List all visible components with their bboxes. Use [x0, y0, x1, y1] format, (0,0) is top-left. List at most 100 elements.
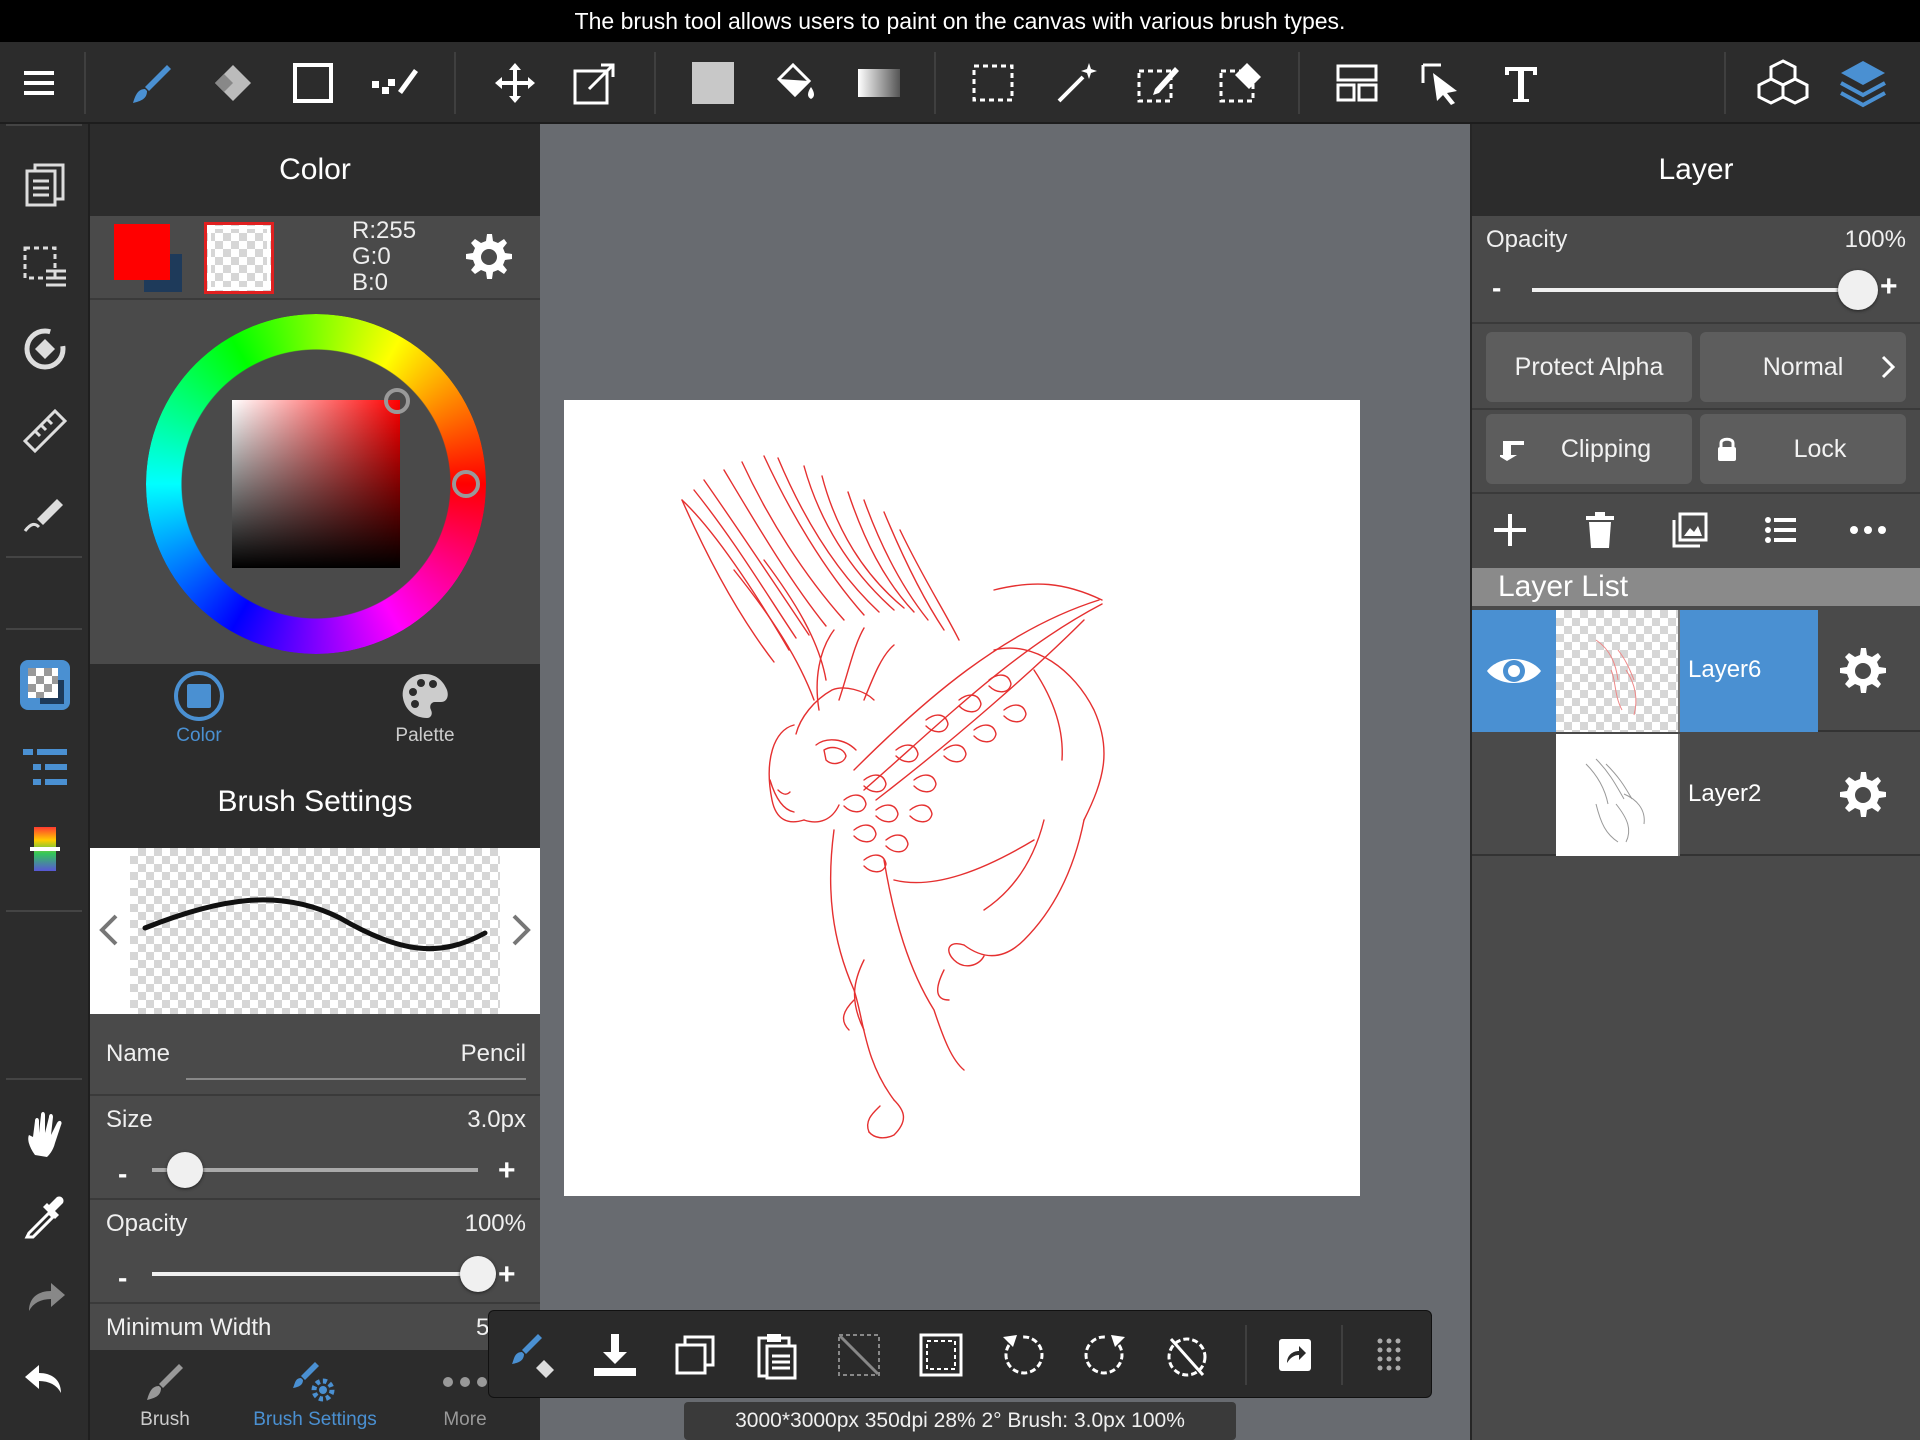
- more-dots-icon: [443, 1377, 487, 1387]
- chevron-right-icon[interactable]: [510, 912, 532, 953]
- copy-icon[interactable]: [665, 1325, 725, 1385]
- bucket-icon[interactable]: [766, 54, 824, 112]
- tab-color[interactable]: Color: [134, 664, 264, 756]
- canvas-status: 3000*3000px 350dpi 28% 2° Brush: 3.0px 1…: [684, 1402, 1236, 1440]
- opacity-plus-button[interactable]: +: [498, 1258, 516, 1292]
- eyedropper-icon[interactable]: [14, 1186, 76, 1248]
- select-pen-icon[interactable]: [1130, 54, 1188, 112]
- hand-icon[interactable]: [14, 1104, 76, 1166]
- saturation-value-square[interactable]: [232, 400, 400, 568]
- brush-name-underline: [186, 1078, 526, 1080]
- select-layer-icon[interactable]: [14, 236, 76, 298]
- more-options-icon[interactable]: [1846, 510, 1890, 555]
- brush-icon[interactable]: [122, 54, 180, 112]
- brush-name-label: Name: [106, 1040, 171, 1067]
- magic-wand-icon[interactable]: [1048, 54, 1106, 112]
- share-icon[interactable]: [1265, 1325, 1325, 1385]
- layer-row[interactable]: Layer2: [1472, 734, 1920, 856]
- download-icon[interactable]: [585, 1325, 645, 1385]
- dot-brush-icon[interactable]: [366, 54, 424, 112]
- chevron-right-icon: [1881, 355, 1896, 379]
- rgb-b-value: B:0: [352, 269, 389, 296]
- frame-divide-icon[interactable]: [1328, 54, 1386, 112]
- move-icon[interactable]: [486, 54, 544, 112]
- select-rect-icon[interactable]: [964, 54, 1022, 112]
- size-minus-button[interactable]: -: [118, 1158, 127, 1190]
- snap-icon[interactable]: [14, 318, 76, 380]
- color-layer-icon[interactable]: [14, 654, 76, 716]
- layer-opacity-slider[interactable]: [1532, 270, 1878, 310]
- text-icon[interactable]: [1492, 54, 1550, 112]
- layer-properties-icon[interactable]: [1760, 510, 1800, 555]
- primary-color-swatch[interactable]: [114, 224, 170, 280]
- layer-opacity-minus-button[interactable]: -: [1492, 272, 1501, 304]
- gear-icon[interactable]: [464, 232, 514, 287]
- hue-picker-handle[interactable]: [452, 470, 480, 498]
- rotate-right-icon[interactable]: [1075, 1325, 1135, 1385]
- shape-icon[interactable]: [284, 54, 342, 112]
- layers-icon[interactable]: [1834, 54, 1892, 112]
- fill-color-icon[interactable]: [684, 54, 742, 112]
- quick-action-bar: [488, 1310, 1432, 1398]
- brush-name-value[interactable]: Pencil: [461, 1040, 526, 1068]
- lock-button[interactable]: Lock: [1700, 414, 1906, 484]
- left-toolbar: [0, 124, 90, 1440]
- reset-rotation-icon[interactable]: [1157, 1325, 1217, 1385]
- 3d-material-icon[interactable]: [1754, 54, 1812, 112]
- rgb-r-value: R:255: [352, 217, 417, 244]
- clipping-button[interactable]: Clipping: [1486, 414, 1692, 484]
- size-slider[interactable]: [152, 1152, 478, 1188]
- size-slider-knob[interactable]: [166, 1152, 203, 1188]
- gradient-icon[interactable]: [850, 54, 908, 112]
- page-manager-icon[interactable]: [14, 154, 76, 216]
- select-object-icon[interactable]: [1412, 54, 1470, 112]
- layer-image-icon[interactable]: [1670, 510, 1710, 555]
- layer-opacity-value: 100%: [1844, 226, 1906, 253]
- select-all-icon[interactable]: [911, 1325, 971, 1385]
- transform-icon[interactable]: [566, 54, 624, 112]
- visibility-toggle[interactable]: [1472, 734, 1556, 856]
- pen-pressure-icon[interactable]: [14, 480, 76, 542]
- opacity-minus-button[interactable]: -: [118, 1262, 127, 1294]
- clipping-label: Clipping: [1560, 435, 1652, 463]
- grip-icon[interactable]: [1359, 1325, 1419, 1385]
- layer-opacity-slider-knob[interactable]: [1838, 270, 1878, 310]
- trash-icon[interactable]: [1580, 510, 1620, 555]
- layer-settings-gear-icon[interactable]: [1838, 770, 1888, 825]
- color-wheel[interactable]: [146, 314, 486, 654]
- tab-brush-label: Brush: [140, 1409, 190, 1430]
- layer-opacity-plus-button[interactable]: +: [1880, 270, 1898, 304]
- brush-opacity-slider[interactable]: [152, 1256, 496, 1292]
- blend-mode-button[interactable]: Normal: [1700, 332, 1906, 402]
- layer-row[interactable]: Layer6: [1472, 610, 1920, 732]
- paste-icon[interactable]: [747, 1325, 807, 1385]
- deselect-icon[interactable]: [829, 1325, 889, 1385]
- eye-icon[interactable]: [1472, 610, 1556, 732]
- menu-icon[interactable]: [12, 54, 70, 112]
- transparent-color-swatch[interactable]: [204, 222, 274, 294]
- ruler-icon[interactable]: [14, 400, 76, 462]
- brush-opacity-slider-knob[interactable]: [460, 1256, 496, 1292]
- color-bar-icon[interactable]: [14, 818, 76, 880]
- add-layer-icon[interactable]: [1490, 510, 1530, 555]
- layer-list-icon[interactable]: [14, 736, 76, 798]
- sv-picker-handle[interactable]: [384, 388, 410, 414]
- size-plus-button[interactable]: +: [498, 1154, 516, 1188]
- tab-brush-settings[interactable]: Brush Settings: [240, 1350, 390, 1440]
- chevron-left-icon[interactable]: [98, 912, 120, 953]
- color-circle-icon: [174, 671, 224, 721]
- canvas-paper[interactable]: [564, 400, 1360, 1196]
- eraser-icon[interactable]: [202, 54, 260, 112]
- layer-panel: Layer Opacity 100% - + Protect Alpha Nor…: [1470, 124, 1920, 1440]
- layer-name: Layer6: [1688, 656, 1762, 683]
- tab-brush[interactable]: Brush: [90, 1350, 240, 1440]
- brush-eraser-toggle-icon[interactable]: [503, 1325, 563, 1385]
- rotate-left-icon[interactable]: [993, 1325, 1053, 1385]
- layer-settings-gear-icon[interactable]: [1838, 646, 1888, 701]
- brush-tab-icon: [147, 1364, 183, 1400]
- select-eraser-icon[interactable]: [1212, 54, 1270, 112]
- undo-icon[interactable]: [14, 1348, 76, 1410]
- protect-alpha-button[interactable]: Protect Alpha: [1486, 332, 1692, 402]
- tab-palette[interactable]: Palette: [360, 664, 490, 756]
- redo-icon[interactable]: [14, 1266, 76, 1328]
